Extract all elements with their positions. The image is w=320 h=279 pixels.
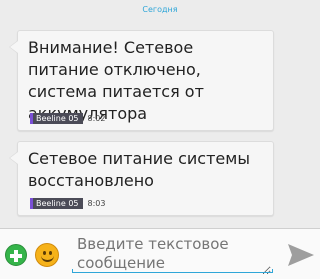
input-underline [72,269,273,273]
message-text: Сетевое питание системы восстановлено [28,149,250,190]
sim-badge: Beeline 05 [30,198,83,209]
date-separator: Сегодня [142,5,178,14]
send-arrow-icon[interactable] [287,243,315,267]
message-bubble[interactable]: Внимание! Сетевое питание отключено, сис… [9,30,274,131]
message-thread[interactable]: Сегодня Внимание! Сетевое питание отключ… [0,0,320,228]
plus-circle-icon[interactable] [5,244,27,266]
composer-bar [0,228,320,279]
message-bubble[interactable]: Сетевое питание системы восстановлено Be… [9,141,274,216]
message-meta: Beeline 05 8:02 [30,113,105,124]
message-time: 8:02 [87,114,106,123]
message-input[interactable] [77,235,271,275]
smiley-icon[interactable] [35,243,59,267]
message-text: Внимание! Сетевое питание отключено, сис… [28,38,204,123]
message-time: 8:03 [87,199,106,208]
message-meta: Beeline 05 8:03 [30,198,105,209]
sim-badge: Beeline 05 [30,113,83,124]
